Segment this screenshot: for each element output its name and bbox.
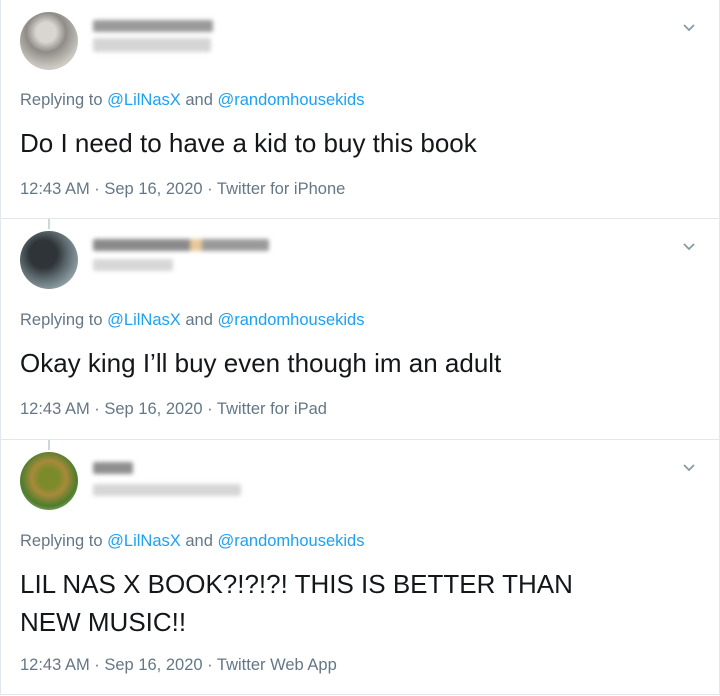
mention-link[interactable]: @randomhousekids <box>217 532 364 550</box>
tweet-timestamp[interactable]: 12:43 AM · Sep 16, 2020 · Twitter for iP… <box>20 400 327 419</box>
and-label: and <box>185 311 213 329</box>
and-label: and <box>185 532 213 550</box>
replying-to: Replying to @LilNasX and @randomhousekid… <box>20 532 364 551</box>
chevron-down-icon[interactable] <box>681 20 697 36</box>
blurred-display-name <box>93 462 133 474</box>
blurred-username <box>93 38 211 52</box>
avatar[interactable] <box>20 12 78 70</box>
replying-to-label: Replying to <box>20 532 103 550</box>
tweet-timestamp[interactable]: 12:43 AM · Sep 16, 2020 · Twitter for iP… <box>20 180 345 199</box>
chevron-down-icon[interactable] <box>681 239 697 255</box>
tweet[interactable]: Replying to @LilNasX and @randomhousekid… <box>1 0 719 219</box>
blurred-username <box>93 484 241 496</box>
avatar[interactable] <box>20 231 78 289</box>
mention-link[interactable]: @LilNasX <box>107 311 181 329</box>
replying-to-label: Replying to <box>20 311 103 329</box>
replying-to: Replying to @LilNasX and @randomhousekid… <box>20 91 364 110</box>
mention-link[interactable]: @LilNasX <box>107 532 181 550</box>
replying-to-label: Replying to <box>20 91 103 109</box>
avatar[interactable] <box>20 452 78 510</box>
mention-link[interactable]: @randomhousekids <box>217 311 364 329</box>
tweet[interactable]: Replying to @LilNasX and @randomhousekid… <box>1 440 719 694</box>
tweet[interactable]: Replying to @LilNasX and @randomhousekid… <box>1 219 719 440</box>
tweet-timestamp[interactable]: 12:43 AM · Sep 16, 2020 · Twitter Web Ap… <box>20 656 337 675</box>
blurred-display-name <box>93 239 269 251</box>
chevron-down-icon[interactable] <box>681 460 697 476</box>
and-label: and <box>185 91 213 109</box>
blurred-display-name <box>93 20 213 32</box>
thread-connector <box>48 219 50 229</box>
thread-connector <box>48 440 50 450</box>
mention-link[interactable]: @randomhousekids <box>217 91 364 109</box>
mention-link[interactable]: @LilNasX <box>107 91 181 109</box>
replying-to: Replying to @LilNasX and @randomhousekid… <box>20 311 364 330</box>
blurred-username <box>93 259 173 271</box>
tweet-thread: Replying to @LilNasX and @randomhousekid… <box>0 0 720 695</box>
tweet-text: LIL NAS X BOOK?!?!?! THIS IS BETTER THAN… <box>20 569 573 637</box>
tweet-text: Do I need to have a kid to buy this book <box>20 128 477 158</box>
tweet-text: Okay king I’ll buy even though im an adu… <box>20 348 502 378</box>
